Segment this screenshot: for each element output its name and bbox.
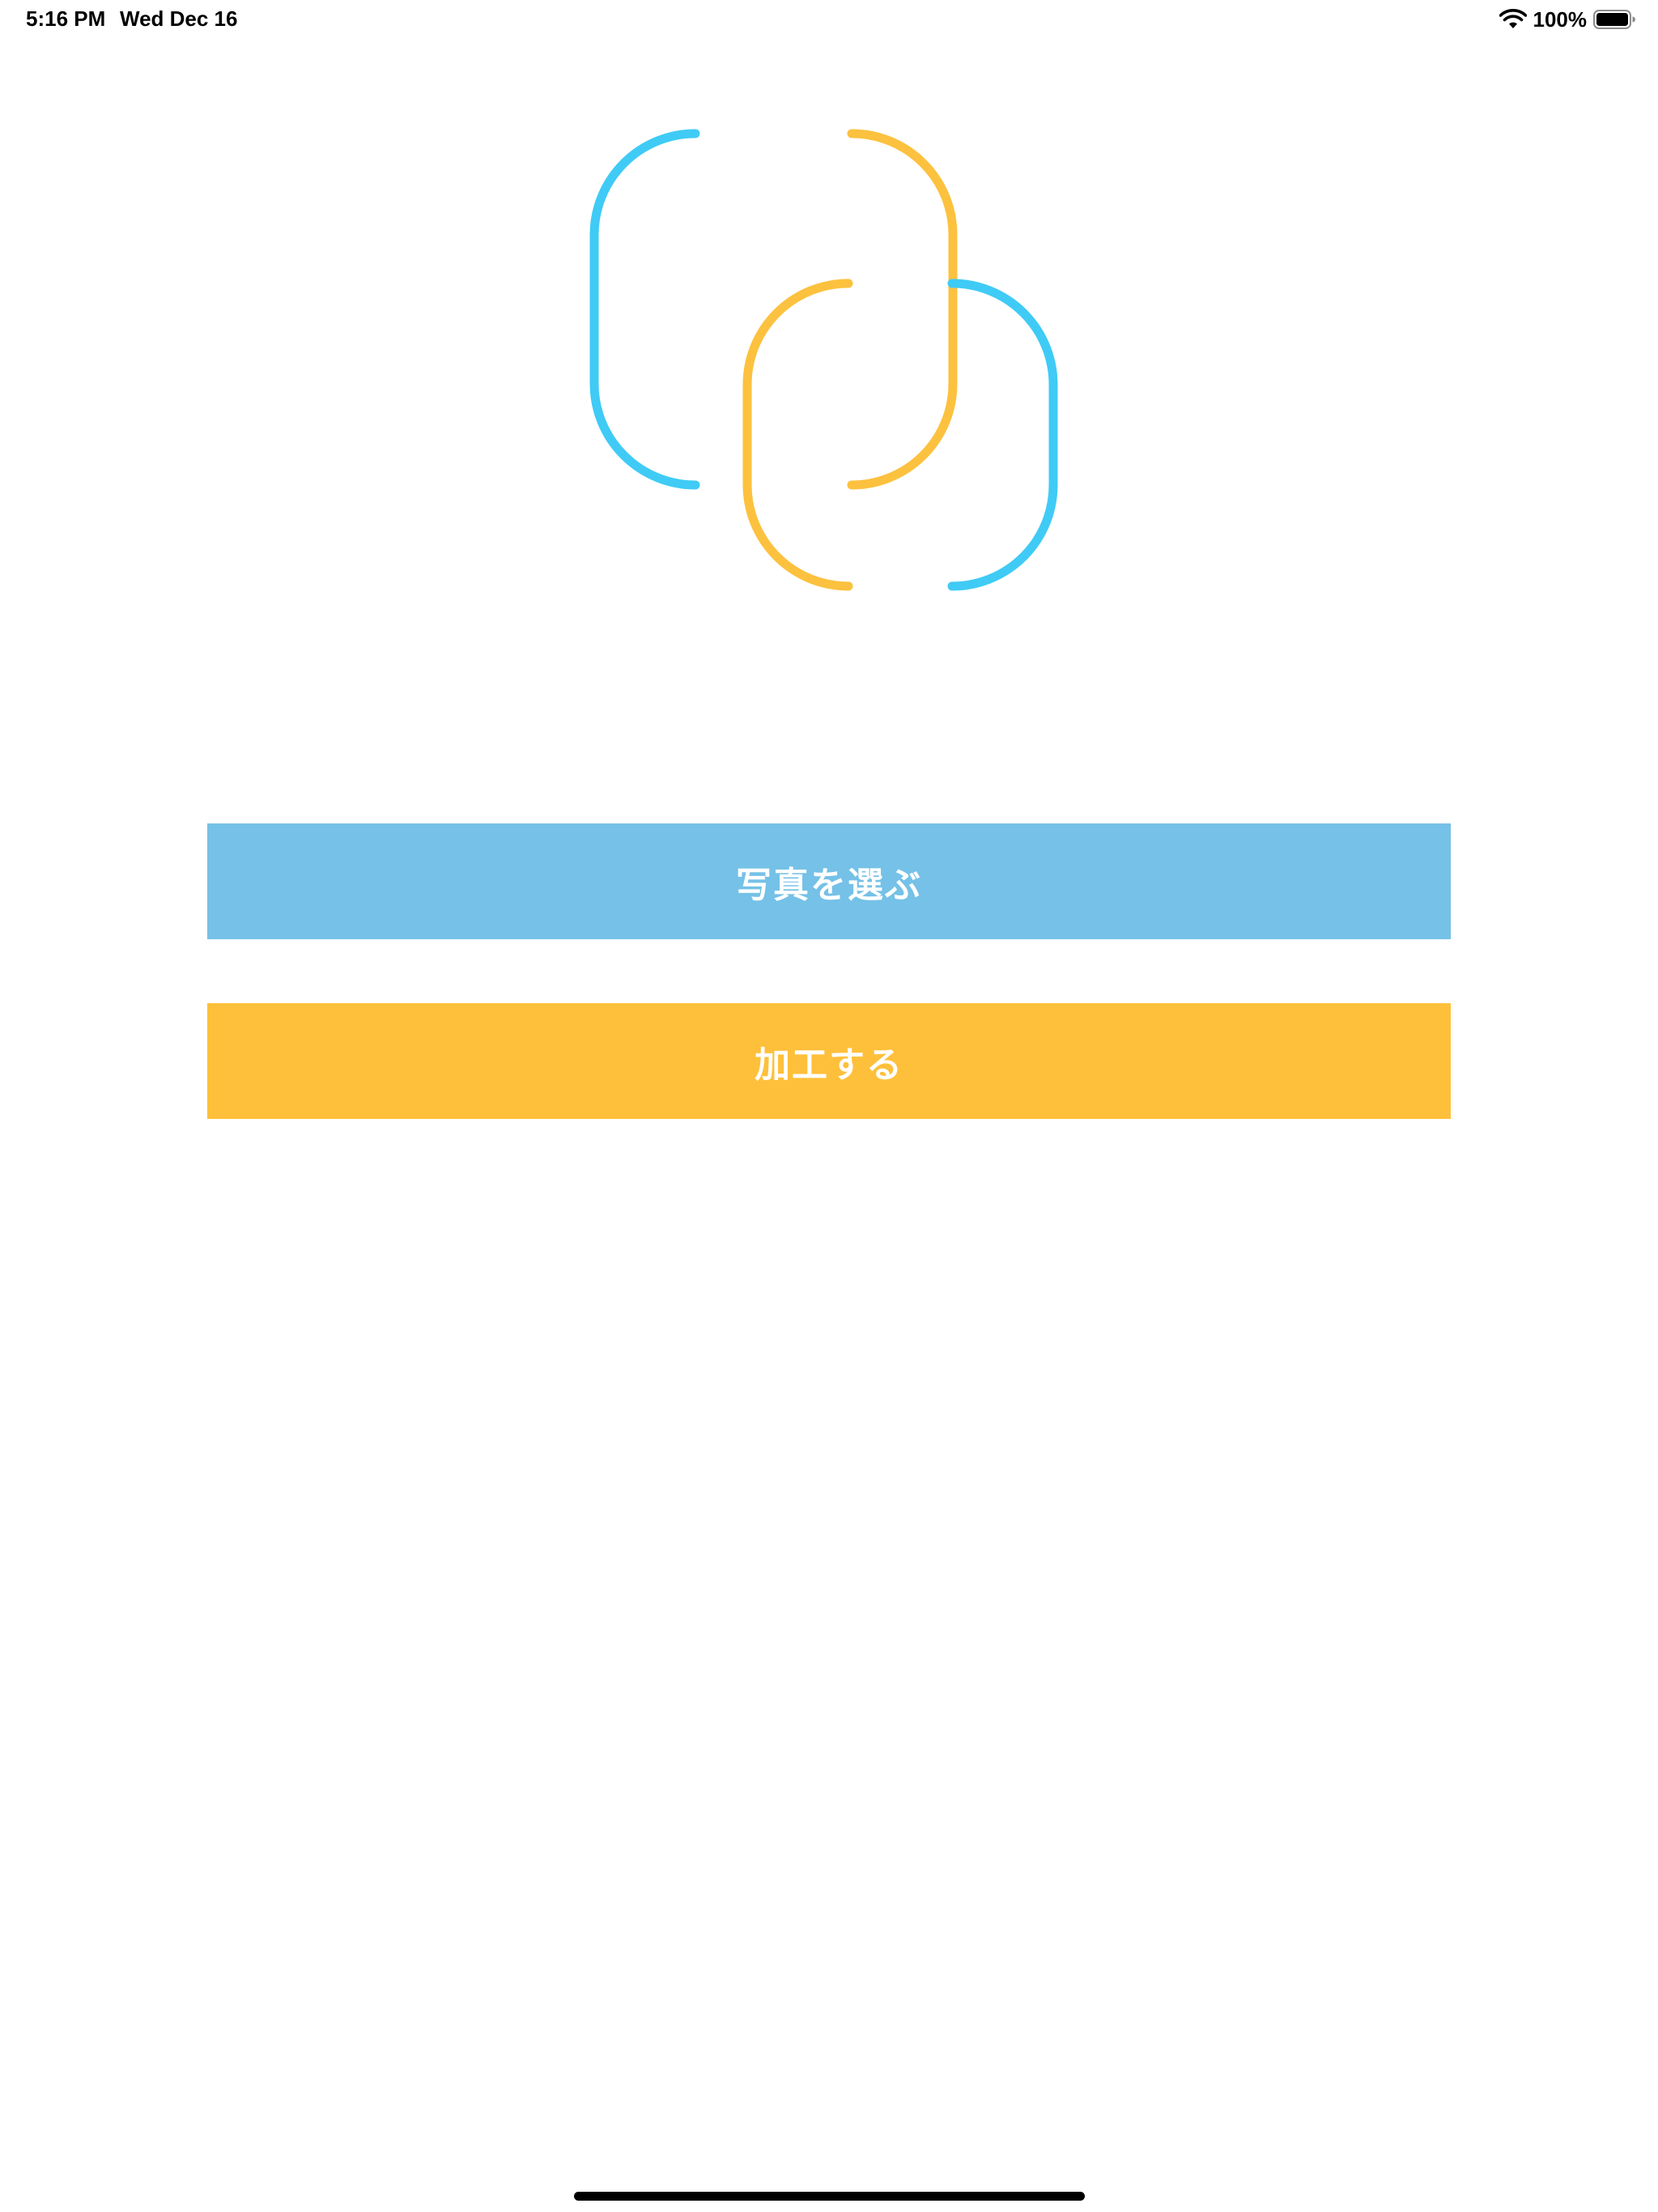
battery-percentage: 100% [1533, 6, 1588, 32]
wifi-icon [1499, 9, 1527, 28]
status-bar: 5:16 PM Wed Dec 16 100% [0, 0, 1658, 39]
choose-photo-button-label: 写真を選ぶ [736, 864, 922, 906]
overlapping-squares-logo-icon [589, 129, 1058, 591]
process-button-label: 加工する [755, 1044, 903, 1086]
choose-photo-button[interactable]: 写真を選ぶ [207, 823, 1451, 939]
battery-icon [1593, 10, 1635, 29]
process-button[interactable]: 加工する [207, 1003, 1451, 1119]
home-indicator[interactable] [574, 2192, 1085, 2201]
status-time: 5:16 PM [26, 6, 106, 31]
status-indicators: 100% [1499, 6, 1636, 32]
status-date: Wed Dec 16 [120, 6, 238, 31]
